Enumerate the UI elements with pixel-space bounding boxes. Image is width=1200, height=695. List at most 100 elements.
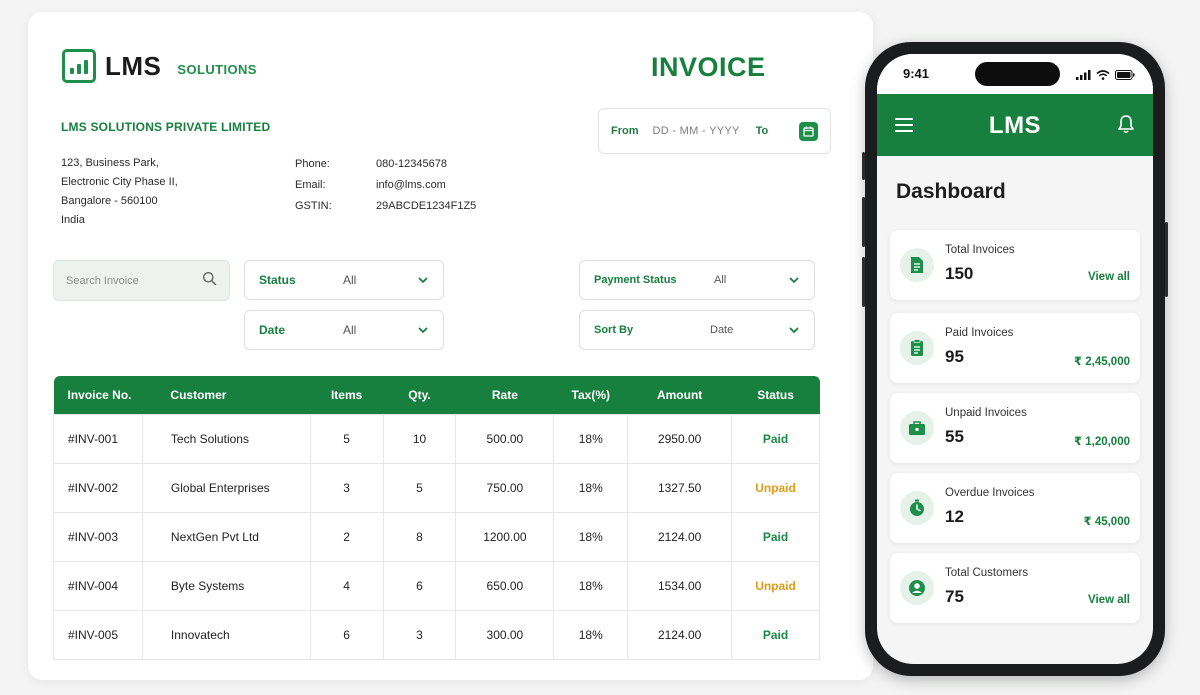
phone-side-button <box>862 152 865 180</box>
rate-cell: 650.00 <box>455 560 555 611</box>
system-icons <box>1076 67 1135 85</box>
amount-cell: 2124.00 <box>627 511 733 562</box>
contact-row-phone: Phone: 080-12345678 <box>295 154 476 175</box>
invoice-number[interactable]: #INV-005 <box>53 609 143 660</box>
app-bar: LMS <box>877 94 1153 156</box>
logo: LMS SOLUTIONS <box>62 49 257 83</box>
column-header[interactable]: Qty. <box>383 376 456 414</box>
clock-icon <box>900 491 934 525</box>
stat-amount: ₹ 1,20,000 <box>1074 436 1130 448</box>
table-row[interactable]: #INV-001 Tech Solutions 5 10 500.00 18% … <box>53 413 820 464</box>
search-icon[interactable] <box>202 271 217 291</box>
invoice-number[interactable]: #INV-004 <box>53 560 143 611</box>
status-dropdown[interactable]: Status All <box>244 260 444 300</box>
view-all-link[interactable]: View all <box>1088 594 1130 606</box>
dynamic-island <box>975 62 1060 86</box>
stat-label: Total Customers <box>945 567 1029 579</box>
table-row[interactable]: #INV-002 Global Enterprises 3 5 750.00 1… <box>53 462 820 513</box>
stat-label: Paid Invoices <box>945 327 1014 339</box>
contact-key: GSTIN: <box>295 200 332 212</box>
payment-status-label: Payment Status <box>594 274 677 286</box>
page-title: INVOICE <box>651 52 766 82</box>
search-placeholder: Search Invoice <box>66 274 139 287</box>
contact-value: info@lms.com <box>376 179 446 191</box>
logo-icon <box>62 49 96 83</box>
qty-cell: 6 <box>382 560 457 611</box>
phone-screen: 9:41 LMS Dashboard Total Invoices 150 Vi… <box>877 54 1153 664</box>
amount-cell: 1534.00 <box>627 560 733 611</box>
contact-value: 080-12345678 <box>376 158 447 170</box>
document-icon <box>900 248 934 282</box>
address-line: Bangalore - 560100 <box>61 195 158 207</box>
date-range-filter[interactable]: From DD - MM - YYYY To <box>598 108 831 154</box>
date-from-label: From <box>611 125 639 137</box>
status-badge: Unpaid <box>731 462 820 513</box>
chevron-down-icon <box>788 274 800 289</box>
tax-cell: 18% <box>553 560 629 611</box>
sort-by-value: Date <box>710 324 734 336</box>
sort-by-label: Sort By <box>594 324 634 336</box>
column-header[interactable]: Status <box>732 376 820 414</box>
items-cell: 5 <box>309 413 384 464</box>
column-header[interactable]: Amount <box>628 376 732 414</box>
stat-card-paid-invoices[interactable]: Paid Invoices 95 ₹ 2,45,000 <box>890 313 1140 383</box>
invoice-number[interactable]: #INV-003 <box>53 511 143 562</box>
status-badge: Paid <box>731 413 820 464</box>
rate-cell: 500.00 <box>455 413 555 464</box>
tax-cell: 18% <box>553 609 629 660</box>
address-line: 123, Business Park, <box>61 157 159 169</box>
phone-side-button <box>1165 222 1168 297</box>
stat-value: 75 <box>945 587 964 606</box>
amount-cell: 2950.00 <box>627 413 733 464</box>
search-input[interactable]: Search Invoice <box>53 260 230 301</box>
date-placeholder[interactable]: DD - MM - YYYY <box>653 125 740 137</box>
qty-cell: 5 <box>382 462 457 513</box>
chevron-down-icon <box>417 274 429 289</box>
stat-label: Unpaid Invoices <box>945 407 1027 419</box>
contact-key: Email: <box>295 179 326 191</box>
user-icon <box>900 571 934 605</box>
rate-cell: 750.00 <box>455 462 555 513</box>
tax-cell: 18% <box>553 462 629 513</box>
payment-status-dropdown[interactable]: Payment Status All <box>579 260 815 300</box>
date-dropdown[interactable]: Date All <box>244 310 444 350</box>
stat-card-total-invoices[interactable]: Total Invoices 150 View all <box>890 230 1140 300</box>
contact-key: Phone: <box>295 158 330 170</box>
address-line: Electronic City Phase II, <box>61 176 178 188</box>
phone-side-button <box>862 257 865 307</box>
stat-card-overdue-invoices[interactable]: Overdue Invoices 12 ₹ 45,000 <box>890 473 1140 543</box>
column-header[interactable]: Invoice No. <box>54 376 143 414</box>
table-row[interactable]: #INV-005 Innovatech 6 3 300.00 18% 2124.… <box>53 609 820 660</box>
stat-card-total-customers[interactable]: Total Customers 75 View all <box>890 553 1140 623</box>
sort-by-dropdown[interactable]: Sort By Date <box>579 310 815 350</box>
table-header-row: Invoice No. Customer Items Qty. Rate Tax… <box>53 376 820 414</box>
calendar-icon[interactable] <box>799 121 818 141</box>
dashboard-title: Dashboard <box>896 180 1006 203</box>
items-cell: 6 <box>309 609 384 660</box>
stat-amount: ₹ 2,45,000 <box>1074 356 1130 368</box>
items-cell: 4 <box>309 560 384 611</box>
address-line: India <box>61 214 85 226</box>
view-all-link[interactable]: View all <box>1088 271 1130 283</box>
items-cell: 2 <box>309 511 384 562</box>
table-row[interactable]: #INV-004 Byte Systems 4 6 650.00 18% 153… <box>53 560 820 611</box>
invoice-number[interactable]: #INV-002 <box>53 462 143 513</box>
stat-card-unpaid-invoices[interactable]: Unpaid Invoices 55 ₹ 1,20,000 <box>890 393 1140 463</box>
status-dropdown-label: Status <box>259 273 296 287</box>
customer-name: Byte Systems <box>141 560 311 611</box>
company-address: 123, Business Park, Electronic City Phas… <box>61 154 178 230</box>
bell-icon[interactable] <box>1117 114 1135 139</box>
column-header[interactable]: Customer <box>142 376 310 414</box>
column-header[interactable]: Rate <box>456 376 554 414</box>
invoice-number[interactable]: #INV-001 <box>53 413 143 464</box>
company-contacts: Phone: 080-12345678 Email: info@lms.com … <box>295 154 476 217</box>
table-row[interactable]: #INV-003 NextGen Pvt Ltd 2 8 1200.00 18%… <box>53 511 820 562</box>
qty-cell: 10 <box>382 413 457 464</box>
status-badge: Paid <box>731 511 820 562</box>
briefcase-icon <box>900 411 934 445</box>
payment-status-value: All <box>714 274 727 286</box>
column-header[interactable]: Items <box>310 376 383 414</box>
column-header[interactable]: Tax(%) <box>554 376 628 414</box>
contact-value: 29ABCDE1234F1Z5 <box>376 200 477 212</box>
date-to-label: To <box>755 125 769 137</box>
